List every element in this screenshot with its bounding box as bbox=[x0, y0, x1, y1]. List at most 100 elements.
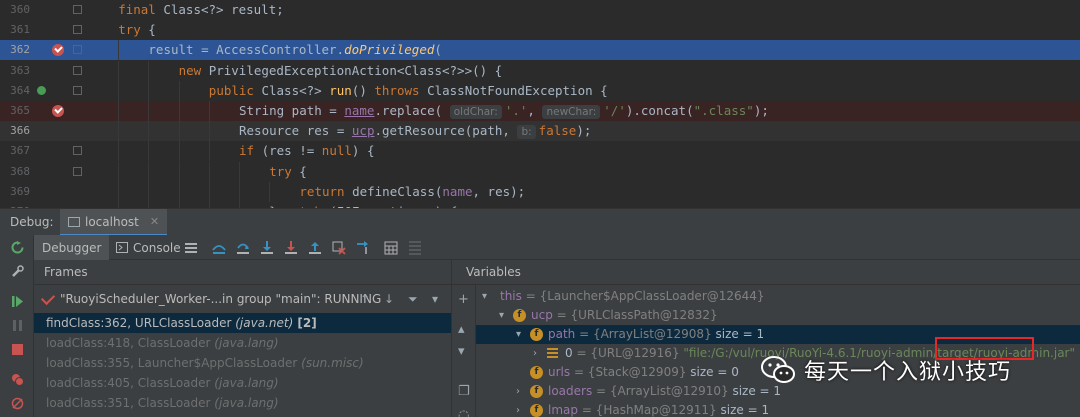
fold-icon[interactable] bbox=[73, 85, 82, 95]
evaluate-expression-icon[interactable] bbox=[384, 241, 398, 255]
frame-item[interactable]: findClass:362, URLClassLoader (java.net)… bbox=[34, 313, 451, 333]
arrow-up-icon[interactable]: ▴ bbox=[458, 323, 465, 336]
thread-selector[interactable]: "RuoyiScheduler_Worker-...in group "main… bbox=[34, 285, 451, 313]
filter-icon[interactable]: ⏷ bbox=[408, 292, 418, 307]
fold-icon[interactable] bbox=[73, 45, 82, 55]
indent-guide bbox=[208, 141, 210, 162]
frame-item[interactable]: loadClass:355, Launcher$AppClassLoader (… bbox=[34, 353, 451, 373]
parameter-hint: b: bbox=[517, 125, 536, 140]
indent-guide bbox=[178, 161, 180, 182]
run-to-cursor-icon[interactable] bbox=[356, 241, 370, 255]
code-token: () bbox=[351, 82, 375, 98]
code-line[interactable]: 361 try { bbox=[0, 20, 1080, 40]
variable-type: = {ArrayList@12910} bbox=[592, 384, 729, 398]
code-text: if (res != null) { bbox=[239, 141, 374, 161]
field-icon: f bbox=[530, 366, 543, 379]
force-step-into-icon[interactable] bbox=[284, 241, 298, 255]
step-into-icon[interactable] bbox=[260, 241, 274, 255]
code-line[interactable]: 368 try { bbox=[0, 161, 1080, 182]
frame-package: (sun.misc) bbox=[301, 356, 364, 370]
frames-list: findClass:362, URLClassLoader (java.net)… bbox=[34, 313, 451, 413]
plus-icon[interactable]: + bbox=[458, 293, 469, 306]
fold-icon[interactable] bbox=[73, 25, 82, 35]
view-breakpoints-icon[interactable] bbox=[11, 373, 24, 386]
mute-breakpoints-icon[interactable] bbox=[11, 397, 24, 410]
variable-row[interactable]: ▾ f ucp = {URLClassPath@12832} bbox=[476, 306, 1080, 325]
code-token: ClassNotFoundException { bbox=[427, 82, 608, 98]
code-token: .replace( bbox=[374, 103, 450, 118]
stop-icon[interactable] bbox=[11, 343, 24, 356]
pause-icon[interactable] bbox=[11, 319, 24, 332]
arrow-down-icon[interactable]: ▾ bbox=[458, 345, 465, 358]
chevron-down-icon[interactable]: ▾ bbox=[482, 287, 487, 306]
variable-row[interactable]: › f lmap = {HashMap@12911} size = 1 bbox=[476, 401, 1080, 417]
code-token: final bbox=[118, 2, 164, 17]
tab-debugger[interactable]: Debugger bbox=[34, 235, 110, 260]
fold-icon[interactable] bbox=[73, 146, 82, 156]
resume-icon[interactable] bbox=[11, 295, 24, 308]
code-token: , res); bbox=[472, 183, 526, 199]
code-line[interactable]: 366 Resource res = ucp.getResource(path, … bbox=[0, 121, 1080, 142]
code-line[interactable]: 360 final Class<?> result; bbox=[0, 0, 1080, 20]
variable-name: lmap bbox=[548, 403, 578, 417]
code-text: result = AccessController.doPrivileged( bbox=[148, 40, 442, 60]
variable-text: loaders = {ArrayList@12910} size = 1 bbox=[548, 382, 781, 401]
fold-icon[interactable] bbox=[73, 5, 82, 14]
step-out-icon[interactable] bbox=[308, 241, 322, 255]
watches-icon[interactable]: ◌ bbox=[458, 409, 469, 417]
step-over-icon[interactable] bbox=[236, 241, 250, 255]
trace-icon[interactable] bbox=[408, 241, 422, 255]
code-token: (res != bbox=[261, 143, 322, 159]
frame-method: loadClass:418, ClassLoader bbox=[46, 336, 215, 350]
code-token: try bbox=[118, 22, 149, 38]
chevron-down-icon[interactable]: ▾ bbox=[516, 325, 521, 344]
frame-item[interactable]: loadClass:418, ClassLoader (java.lang) bbox=[34, 333, 451, 353]
variable-type: = {ArrayList@12908} bbox=[575, 327, 712, 341]
code-token: name bbox=[442, 183, 473, 199]
chevron-down-icon[interactable]: ▾ bbox=[499, 306, 504, 325]
frame-item[interactable]: loadClass:405, ClassLoader (java.lang) bbox=[34, 373, 451, 393]
code-line[interactable]: 367 if (res != null) { bbox=[0, 141, 1080, 162]
code-line[interactable]: 369 return defineClass(name, res); bbox=[0, 181, 1080, 202]
close-tab-icon[interactable]: ✕ bbox=[150, 215, 159, 228]
fold-icon[interactable] bbox=[73, 166, 82, 176]
line-number: 366 bbox=[10, 124, 30, 138]
copy-icon[interactable]: ❐ bbox=[458, 385, 470, 398]
breakpoint-icon[interactable] bbox=[52, 44, 64, 57]
debug-side-toolbar bbox=[0, 235, 34, 417]
code-line[interactable]: 362 result = AccessController.doPrivilege… bbox=[0, 40, 1080, 61]
indent-guide bbox=[148, 101, 150, 121]
indent-guide bbox=[208, 121, 210, 142]
code-token: new bbox=[178, 62, 209, 78]
tab-localhost[interactable]: localhost ✕ bbox=[60, 209, 168, 236]
code-line[interactable]: 364 public Class<?> run() throws ClassNot… bbox=[0, 80, 1080, 101]
breakpoint-icon[interactable] bbox=[52, 105, 64, 117]
frame-index: [2] bbox=[293, 316, 317, 330]
code-token: ); bbox=[753, 103, 769, 118]
arrow-up-icon[interactable]: ↑ bbox=[360, 292, 370, 306]
variable-row[interactable]: ▾ this = {Launcher$AppClassLoader@12644} bbox=[476, 287, 1080, 306]
show-execution-point-icon[interactable] bbox=[212, 241, 226, 255]
variable-size: size = 1 bbox=[716, 403, 770, 417]
layout-menu-icon[interactable] bbox=[184, 241, 198, 255]
code-line[interactable]: 365 String path = name.replace( oldChar: '… bbox=[0, 101, 1080, 121]
rerun-icon[interactable] bbox=[11, 241, 24, 254]
indent-guide bbox=[239, 181, 240, 202]
code-text: return defineClass(name, res); bbox=[299, 182, 525, 202]
wrench-icon[interactable] bbox=[11, 265, 24, 278]
frame-item[interactable]: loadClass:351, ClassLoader (java.lang) bbox=[34, 393, 451, 413]
implements-method-icon[interactable] bbox=[37, 85, 46, 95]
chevron-right-icon[interactable]: › bbox=[533, 344, 537, 363]
fold-icon[interactable] bbox=[73, 65, 82, 75]
chevron-right-icon[interactable]: › bbox=[516, 401, 520, 417]
chevron-down-icon[interactable]: ▾ bbox=[432, 292, 438, 306]
code-editor[interactable]: 360 final Class<?> result; 361 try {362 resu… bbox=[0, 0, 1080, 208]
arrow-down-icon[interactable]: ↓ bbox=[384, 292, 394, 306]
code-token: ) { bbox=[351, 143, 375, 159]
drop-frame-icon[interactable] bbox=[332, 241, 346, 255]
chevron-right-icon[interactable]: › bbox=[516, 382, 520, 401]
code-line[interactable]: 363 new PrivilegedExceptionAction<Class<?… bbox=[0, 60, 1080, 81]
code-token: Resource res = bbox=[239, 123, 352, 139]
debugger-toolbar: Debugger Console bbox=[34, 235, 1080, 260]
tab-console[interactable]: Console bbox=[108, 235, 189, 260]
